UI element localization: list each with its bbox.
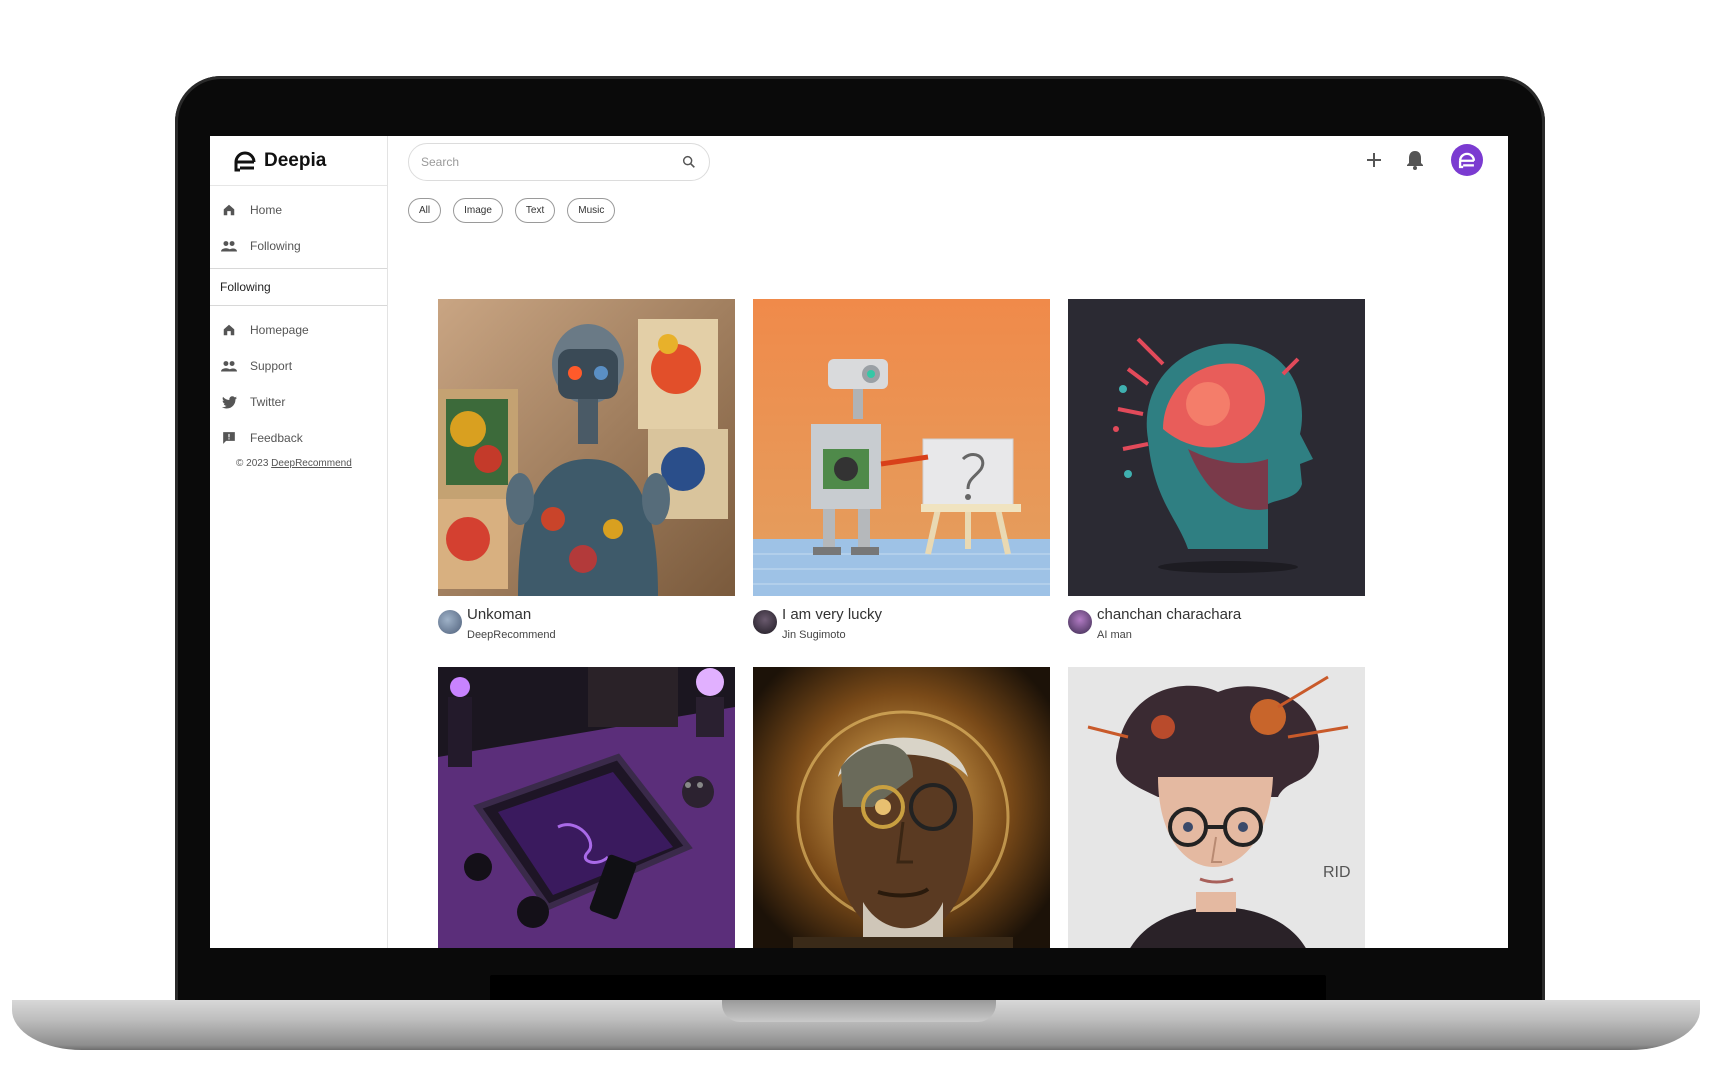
author-avatar[interactable] [753, 610, 777, 634]
brand-name: Deepia [264, 149, 327, 171]
create-button[interactable] [1358, 144, 1390, 176]
sidebar-item-feedback[interactable]: Feedback [210, 420, 387, 456]
links-nav: Homepage Support Twitter Feedback [210, 306, 387, 456]
card-meta: Unkoman DeepRecommend [438, 596, 735, 641]
sidebar-item-label: Twitter [250, 395, 286, 409]
home-icon [220, 201, 238, 219]
notifications-button[interactable] [1399, 144, 1431, 176]
following-section-title: Following [210, 268, 387, 306]
sidebar-item-label: Following [250, 239, 301, 253]
feed-image-robot-with-paintings[interactable] [438, 299, 735, 596]
people-icon [220, 357, 238, 375]
feed-image-toy-robot-painting-easel[interactable] [753, 299, 1050, 596]
main-nav: Home Following [210, 186, 387, 264]
feed-image-purple-gaming-desk[interactable] [438, 667, 735, 948]
search-input[interactable] [421, 155, 681, 169]
feed-card[interactable]: Unkoman DeepRecommend [438, 299, 735, 641]
copyright: © 2023 DeepRecommend [210, 458, 387, 469]
top-actions [1349, 144, 1483, 176]
sidebar-item-label: Feedback [250, 431, 303, 445]
card-title[interactable]: chanchan characharа [1097, 606, 1241, 623]
feed-image-cyborg-old-man[interactable] [753, 667, 1050, 948]
sidebar-item-following[interactable]: Following [210, 228, 387, 264]
home-icon [220, 321, 238, 339]
sidebar-item-twitter[interactable]: Twitter [210, 384, 387, 420]
search-bar[interactable] [408, 143, 710, 181]
deepia-logo-icon [1458, 152, 1476, 169]
card-author[interactable]: Jin Sugimoto [782, 629, 882, 641]
author-avatar[interactable] [438, 610, 462, 634]
card-title[interactable]: Unkoman [467, 606, 556, 623]
copyright-link[interactable]: DeepRecommend [271, 458, 352, 469]
filter-text[interactable]: Text [514, 198, 556, 223]
card-meta: chanchan characharа AI man [1068, 596, 1365, 641]
bell-icon [1407, 151, 1423, 170]
copyright-text: © 2023 [236, 458, 272, 469]
sidebar-item-label: Home [250, 203, 283, 217]
filter-all[interactable]: All [408, 198, 442, 223]
sidebar-item-home[interactable]: Home [210, 192, 387, 228]
app-screen: Deepia Home Following Following Homepage… [210, 136, 1508, 948]
feedback-icon [220, 429, 238, 447]
plus-icon [1367, 153, 1381, 167]
card-author[interactable]: DeepRecommend [467, 629, 556, 641]
filter-chips: All Image Text Music [408, 198, 627, 223]
user-avatar[interactable] [1451, 144, 1483, 176]
people-icon [220, 237, 238, 255]
laptop-notch [722, 1000, 996, 1022]
filter-music[interactable]: Music [567, 198, 616, 223]
laptop-frame: Deepia Home Following Following Homepage… [0, 0, 1712, 1080]
main-content: All Image Text Music [389, 136, 1508, 948]
filter-image[interactable]: Image [453, 198, 503, 223]
author-avatar[interactable] [1068, 610, 1092, 634]
deepia-logo-icon [234, 151, 256, 171]
brand[interactable]: Deepia [210, 136, 387, 186]
card-author[interactable]: AI man [1097, 629, 1241, 641]
sidebar-item-homepage[interactable]: Homepage [210, 312, 387, 348]
twitter-icon [220, 393, 238, 411]
feed-card[interactable]: chanchan characharа AI man [1068, 299, 1365, 641]
svg-text:RID: RID [1323, 864, 1351, 881]
search-icon[interactable] [681, 154, 697, 170]
feed-card[interactable]: I am very lucky Jin Sugimoto [753, 299, 1050, 641]
feed-card[interactable] [438, 667, 735, 948]
feed-image-colorful-head-explosion[interactable] [1068, 299, 1365, 596]
sidebar: Deepia Home Following Following Homepage… [210, 136, 388, 948]
sidebar-item-support[interactable]: Support [210, 348, 387, 384]
sidebar-item-label: Support [250, 359, 293, 373]
feed-card[interactable] [753, 667, 1050, 948]
card-title[interactable]: I am very lucky [782, 606, 882, 623]
feed-image-young-man-glasses-ink[interactable]: RID [1068, 667, 1365, 948]
card-meta: I am very lucky Jin Sugimoto [753, 596, 1050, 641]
feed-card[interactable]: RID [1068, 667, 1365, 948]
sidebar-item-label: Homepage [250, 323, 309, 337]
